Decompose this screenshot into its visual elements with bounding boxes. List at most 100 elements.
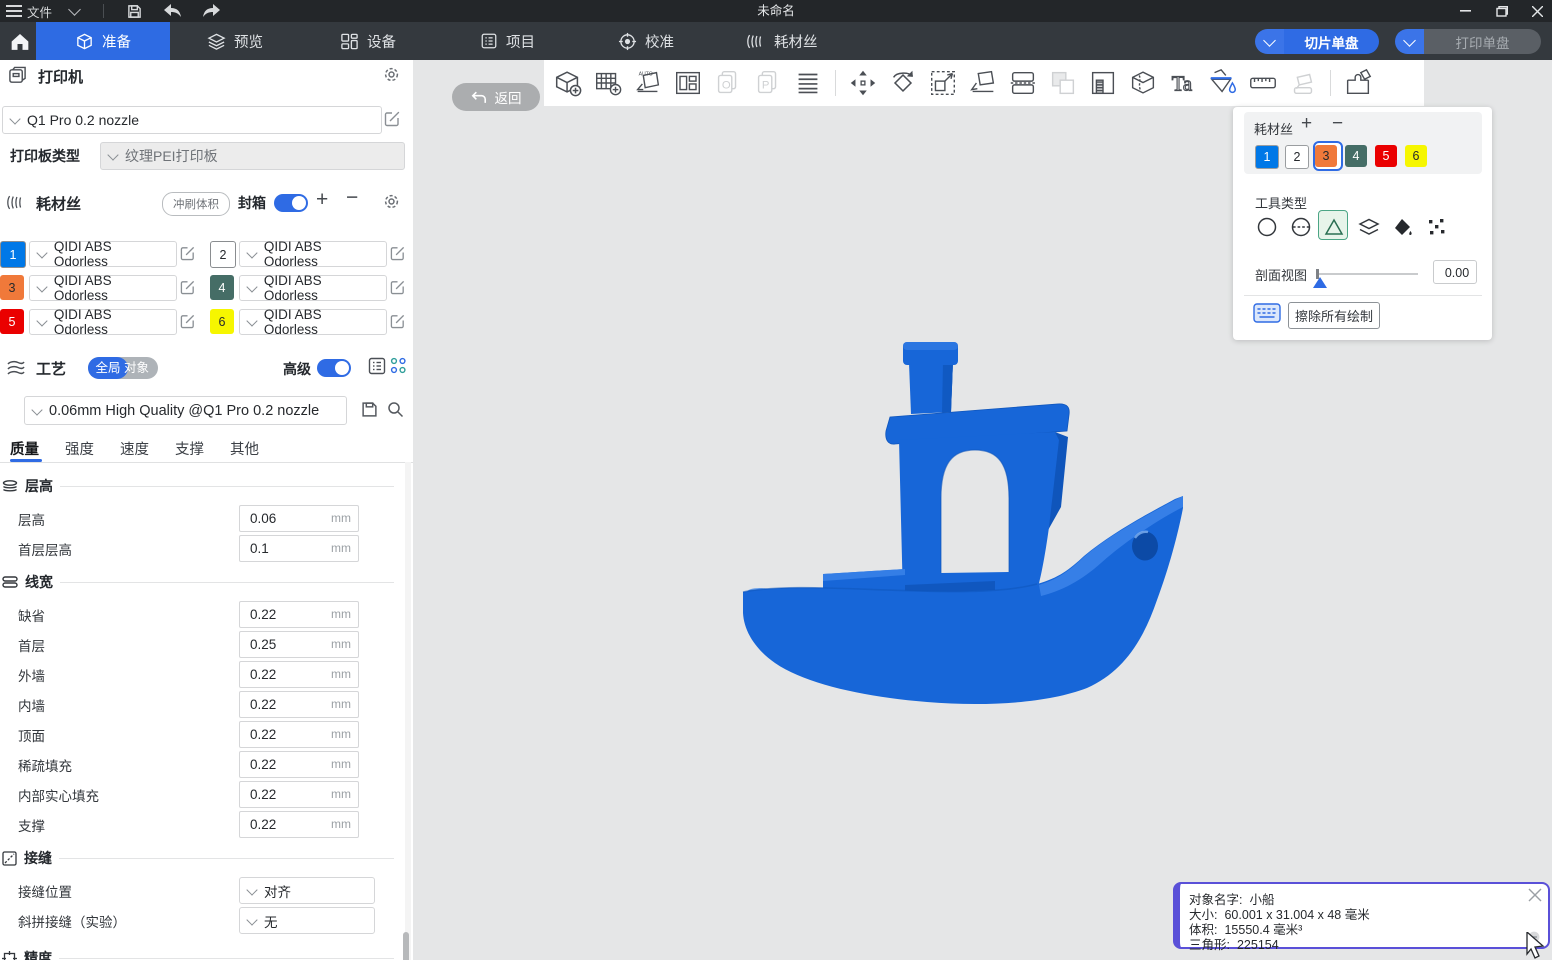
filament-chip-4[interactable]: 4 xyxy=(210,275,234,300)
tab-others[interactable]: 其他 xyxy=(230,438,259,459)
slice-dropdown-chevron-icon[interactable] xyxy=(1255,29,1284,54)
sparse-infill-width-input[interactable] xyxy=(248,754,318,775)
scope-global[interactable]: 全局 xyxy=(88,357,128,379)
tab-prepare[interactable]: 准备 xyxy=(36,22,170,60)
section-view-slider[interactable] xyxy=(1318,273,1418,275)
tab-quality[interactable]: 质量 xyxy=(10,438,39,459)
back-button[interactable]: 返回 xyxy=(452,83,540,111)
filament-edit-icon-4[interactable] xyxy=(390,279,406,300)
filament-select-4[interactable]: QIDI ABS Odorless xyxy=(239,275,387,301)
outer-wall-width-input[interactable] xyxy=(248,664,318,685)
tab-filament[interactable]: 耗材丝 xyxy=(746,22,818,60)
paint-chip-3[interactable]: 3 xyxy=(1315,145,1337,167)
tab-strength[interactable]: 强度 xyxy=(65,438,94,459)
process-preset-select[interactable]: 0.06mm High Quality @Q1 Pro 0.2 nozzle xyxy=(24,396,347,425)
scrollbar-thumb[interactable] xyxy=(403,932,409,960)
text-tool-icon[interactable]: Ta xyxy=(1165,65,1201,101)
keyboard-shortcuts-icon[interactable] xyxy=(1253,303,1281,328)
filament-chip-1[interactable]: 1 xyxy=(0,241,26,268)
tab-calibration[interactable]: 校准 xyxy=(618,22,674,60)
filament-select-6[interactable]: QIDI ABS Odorless xyxy=(239,309,387,335)
sidebar-scrollbar[interactable] xyxy=(405,462,411,960)
inner-wall-width-input[interactable] xyxy=(248,694,318,715)
slice-plate-button[interactable]: 切片单盘 xyxy=(1255,29,1379,54)
info-close-icon[interactable] xyxy=(1528,887,1542,907)
copy-icon[interactable]: O xyxy=(710,65,746,101)
rotate-icon[interactable] xyxy=(885,65,921,101)
section-view-slider-marker[interactable] xyxy=(1313,277,1327,288)
seam-paint-icon[interactable] xyxy=(1285,65,1321,101)
printer-preset-select[interactable]: Q1 Pro 0.2 nozzle xyxy=(2,106,382,134)
paint-chip-6[interactable]: 6 xyxy=(1405,145,1427,167)
filament-settings-gear-icon[interactable] xyxy=(382,192,401,216)
tab-preview[interactable]: 预览 xyxy=(207,22,263,60)
measure-icon[interactable] xyxy=(1245,65,1281,101)
object-list-icon[interactable] xyxy=(790,65,826,101)
remove-filament-button[interactable]: − xyxy=(346,186,358,210)
auto-orient-icon[interactable]: AUTO xyxy=(630,65,666,101)
merge-icon[interactable] xyxy=(1045,65,1081,101)
print-plate-button[interactable]: 打印单盘 xyxy=(1395,29,1541,54)
filament-chip-6[interactable]: 6 xyxy=(210,309,234,334)
save-preset-icon[interactable] xyxy=(361,401,378,423)
scale-icon[interactable] xyxy=(925,65,961,101)
compare-preset-icon[interactable] xyxy=(390,357,407,380)
cut-icon[interactable] xyxy=(1005,65,1041,101)
triangle-tool[interactable] xyxy=(1322,215,1346,239)
maximize-button[interactable] xyxy=(1489,0,1515,22)
arrange-icon[interactable] xyxy=(670,65,706,101)
paint-remove-filament-button[interactable]: − xyxy=(1332,113,1343,135)
assembly-icon[interactable] xyxy=(1340,65,1376,101)
section-view-value-input[interactable] xyxy=(1434,261,1480,285)
add-plate-icon[interactable] xyxy=(590,65,626,101)
mesh-cut-icon[interactable] xyxy=(1125,65,1161,101)
paint-add-filament-button[interactable]: + xyxy=(1301,113,1312,135)
layer-height-input[interactable] xyxy=(248,508,318,529)
paint-chip-2[interactable]: 2 xyxy=(1285,145,1309,169)
scope-switch[interactable]: 全局 对象 xyxy=(88,357,158,379)
filament-select-5[interactable]: QIDI ABS Odorless xyxy=(29,309,177,335)
paint-tool-icon[interactable] xyxy=(1205,65,1241,101)
home-button[interactable] xyxy=(6,22,34,60)
tab-speed[interactable]: 速度 xyxy=(120,438,149,459)
minimize-button[interactable] xyxy=(1452,0,1478,22)
support-width-input[interactable] xyxy=(248,814,318,835)
scarf-seam-select[interactable]: 无 xyxy=(239,907,375,934)
filament-edit-icon-3[interactable] xyxy=(180,279,196,300)
printer-edit-icon[interactable] xyxy=(384,110,401,132)
lay-on-face-icon[interactable] xyxy=(965,65,1001,101)
height-range-tool[interactable] xyxy=(1357,215,1381,239)
fill-tool[interactable] xyxy=(1391,215,1415,239)
first-layer-width-input[interactable] xyxy=(248,634,318,655)
model-benchy-boat[interactable] xyxy=(737,342,1187,707)
printer-settings-gear-icon[interactable] xyxy=(382,65,401,89)
advanced-toggle[interactable] xyxy=(317,359,351,377)
filament-edit-icon-1[interactable] xyxy=(180,245,196,266)
internal-solid-width-input[interactable] xyxy=(248,784,318,805)
paint-chip-1[interactable]: 1 xyxy=(1255,145,1279,169)
paint-chip-4[interactable]: 4 xyxy=(1345,145,1367,167)
paint-chip-5[interactable]: 5 xyxy=(1375,145,1397,167)
erase-all-button[interactable]: 擦除所有绘制 xyxy=(1288,302,1380,329)
plate-type-select[interactable]: 纹理PEI打印板 xyxy=(100,142,405,170)
filament-chip-3[interactable]: 3 xyxy=(0,275,24,300)
search-preset-icon[interactable] xyxy=(387,401,404,423)
filament-edit-icon-6[interactable] xyxy=(390,313,406,334)
parameter-table-icon[interactable] xyxy=(368,357,386,380)
add-filament-button[interactable]: + xyxy=(316,188,328,212)
move-icon[interactable] xyxy=(845,65,881,101)
smart-fill-tool[interactable] xyxy=(1425,215,1449,239)
filament-edit-icon-5[interactable] xyxy=(180,313,196,334)
tab-support[interactable]: 支撑 xyxy=(175,438,204,459)
filament-select-1[interactable]: QIDI ABS Odorless xyxy=(29,241,177,267)
tab-device[interactable]: 设备 xyxy=(340,22,396,60)
scope-object[interactable]: 对象 xyxy=(124,357,149,379)
filament-chip-5[interactable]: 5 xyxy=(0,309,24,334)
viewport-3d[interactable]: AUTO O P xyxy=(413,60,1552,960)
filament-chip-2[interactable]: 2 xyxy=(210,241,236,268)
paste-icon[interactable]: P xyxy=(750,65,786,101)
print-dropdown-chevron-icon[interactable] xyxy=(1395,29,1424,54)
box-toggle[interactable] xyxy=(274,194,308,212)
flush-volume-button[interactable]: 冲刷体积 xyxy=(162,192,230,216)
first-layer-height-input[interactable] xyxy=(248,538,318,559)
